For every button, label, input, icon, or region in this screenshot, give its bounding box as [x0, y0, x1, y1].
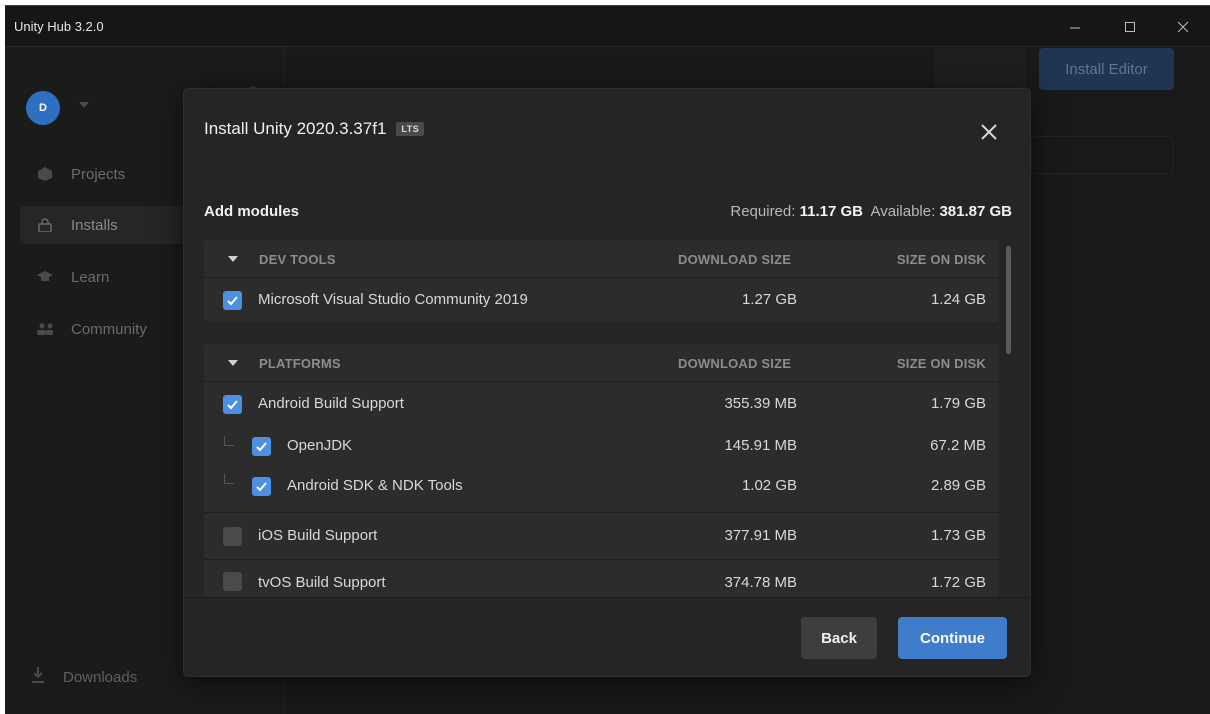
search-field-background [1031, 136, 1173, 174]
disk-size: 1.72 GB [930, 574, 986, 591]
checkbox-checked[interactable] [223, 395, 242, 414]
disk-size: 2.89 GB [930, 477, 986, 494]
downloads-button[interactable]: Downloads [31, 667, 137, 687]
add-modules-heading: Add modules [204, 203, 300, 220]
disk-size: 1.79 GB [930, 395, 986, 412]
tree-branch [224, 436, 234, 446]
sidebar-item-label: Community [71, 320, 147, 338]
sidebar-item-label: Projects [71, 165, 126, 183]
checkbox-checked[interactable] [223, 291, 242, 310]
download-size: 355.39 MB [724, 395, 797, 412]
module-group-platforms: PLATFORMS DOWNLOAD SIZE SIZE ON DISK And… [204, 344, 999, 597]
download-size: 1.27 GB [741, 291, 797, 308]
minimize-icon [1070, 27, 1080, 28]
module-row-child[interactable]: OpenJDK 145.91 MB 67.2 MB [204, 426, 999, 468]
maximize-icon [1125, 21, 1135, 32]
space-info: Required: 11.17 GB Available: 381.87 GB [730, 203, 1012, 220]
module-group-dev-tools: DEV TOOLS DOWNLOAD SIZE SIZE ON DISK Mic… [204, 240, 999, 322]
minimize-button[interactable] [1052, 6, 1098, 47]
window-title: Unity Hub 3.2.0 [14, 19, 104, 34]
check-icon [256, 482, 267, 492]
available-value: 381.87 GB [939, 203, 1012, 220]
col-size-on-disk: SIZE ON DISK [896, 356, 986, 371]
disk-size: 1.73 GB [930, 527, 986, 544]
check-icon [227, 296, 238, 306]
modules-list[interactable]: DEV TOOLS DOWNLOAD SIZE SIZE ON DISK Mic… [204, 240, 999, 597]
required-value: 11.17 GB [799, 203, 863, 220]
module-row[interactable]: Microsoft Visual Studio Community 2019 1… [204, 278, 999, 322]
col-download-size: DOWNLOAD SIZE [678, 356, 792, 371]
dialog-title-text: Install Unity 2020.3.37f1 [204, 119, 387, 138]
module-label: tvOS Build Support [258, 574, 386, 591]
disk-size: 1.24 GB [930, 291, 986, 308]
sidebar-item-label: Learn [71, 268, 110, 286]
module-row-child[interactable]: Android SDK & NDK Tools 1.02 GB 2.89 GB [204, 468, 999, 512]
check-icon [227, 400, 238, 410]
module-row[interactable]: Android Build Support 355.39 MB 1.79 GB [204, 382, 999, 426]
group-name: PLATFORMS [259, 356, 341, 371]
download-size: 374.78 MB [724, 574, 797, 591]
download-size: 1.02 GB [741, 477, 797, 494]
install-dialog: Install Unity 2020.3.37f1 LTS Add module… [183, 88, 1031, 677]
download-size: 145.91 MB [724, 437, 797, 454]
avatar[interactable]: D [26, 91, 60, 125]
cube-icon [37, 166, 53, 182]
checkbox-unchecked[interactable] [223, 527, 242, 546]
group-header[interactable]: PLATFORMS DOWNLOAD SIZE SIZE ON DISK [204, 344, 999, 382]
group-name: DEV TOOLS [259, 252, 336, 267]
module-label: Android SDK & NDK Tools [287, 477, 463, 494]
dialog-footer: Back Continue [184, 597, 1030, 676]
title-bar: Unity Hub 3.2.0 [5, 6, 1210, 47]
people-icon [37, 321, 53, 337]
lock-icon [37, 217, 53, 233]
close-icon[interactable] [978, 121, 1000, 143]
maximize-button[interactable] [1107, 6, 1153, 47]
back-button[interactable]: Back [801, 617, 877, 659]
module-label: Android Build Support [258, 395, 404, 412]
collapse-triangle-icon[interactable] [228, 256, 238, 262]
install-editor-button: Install Editor [1039, 48, 1174, 90]
disk-size: 67.2 MB [930, 437, 986, 454]
required-label: Required: [730, 203, 796, 220]
download-size: 377.91 MB [724, 527, 797, 544]
checkbox-checked[interactable] [252, 477, 271, 496]
downloads-label: Downloads [63, 668, 138, 686]
group-header[interactable]: DEV TOOLS DOWNLOAD SIZE SIZE ON DISK [204, 240, 999, 278]
module-label: Microsoft Visual Studio Community 2019 [258, 291, 528, 308]
check-icon [256, 442, 267, 452]
module-row[interactable]: tvOS Build Support 374.78 MB 1.72 GB [204, 559, 999, 597]
locate-button [933, 48, 1027, 90]
tree-branch [224, 474, 234, 484]
download-icon [31, 667, 45, 687]
collapse-triangle-icon[interactable] [228, 360, 238, 366]
dialog-title: Install Unity 2020.3.37f1 LTS [204, 119, 425, 139]
module-label: OpenJDK [287, 437, 353, 454]
continue-button[interactable]: Continue [898, 617, 1007, 659]
module-label: iOS Build Support [258, 527, 378, 544]
sidebar-item-label: Installs [71, 216, 118, 234]
chevron-down-icon[interactable] [79, 102, 89, 108]
graduation-cap-icon [37, 269, 53, 285]
close-window-button[interactable] [1160, 6, 1206, 47]
lts-badge: LTS [396, 122, 425, 136]
checkbox-unchecked[interactable] [223, 572, 242, 591]
close-icon [1177, 21, 1189, 32]
col-download-size: DOWNLOAD SIZE [678, 252, 792, 267]
available-label: Available: [870, 203, 936, 220]
scrollbar-thumb[interactable] [1006, 246, 1011, 354]
module-row[interactable]: iOS Build Support 377.91 MB 1.73 GB [204, 512, 999, 559]
col-size-on-disk: SIZE ON DISK [896, 252, 986, 267]
checkbox-checked[interactable] [252, 437, 271, 456]
